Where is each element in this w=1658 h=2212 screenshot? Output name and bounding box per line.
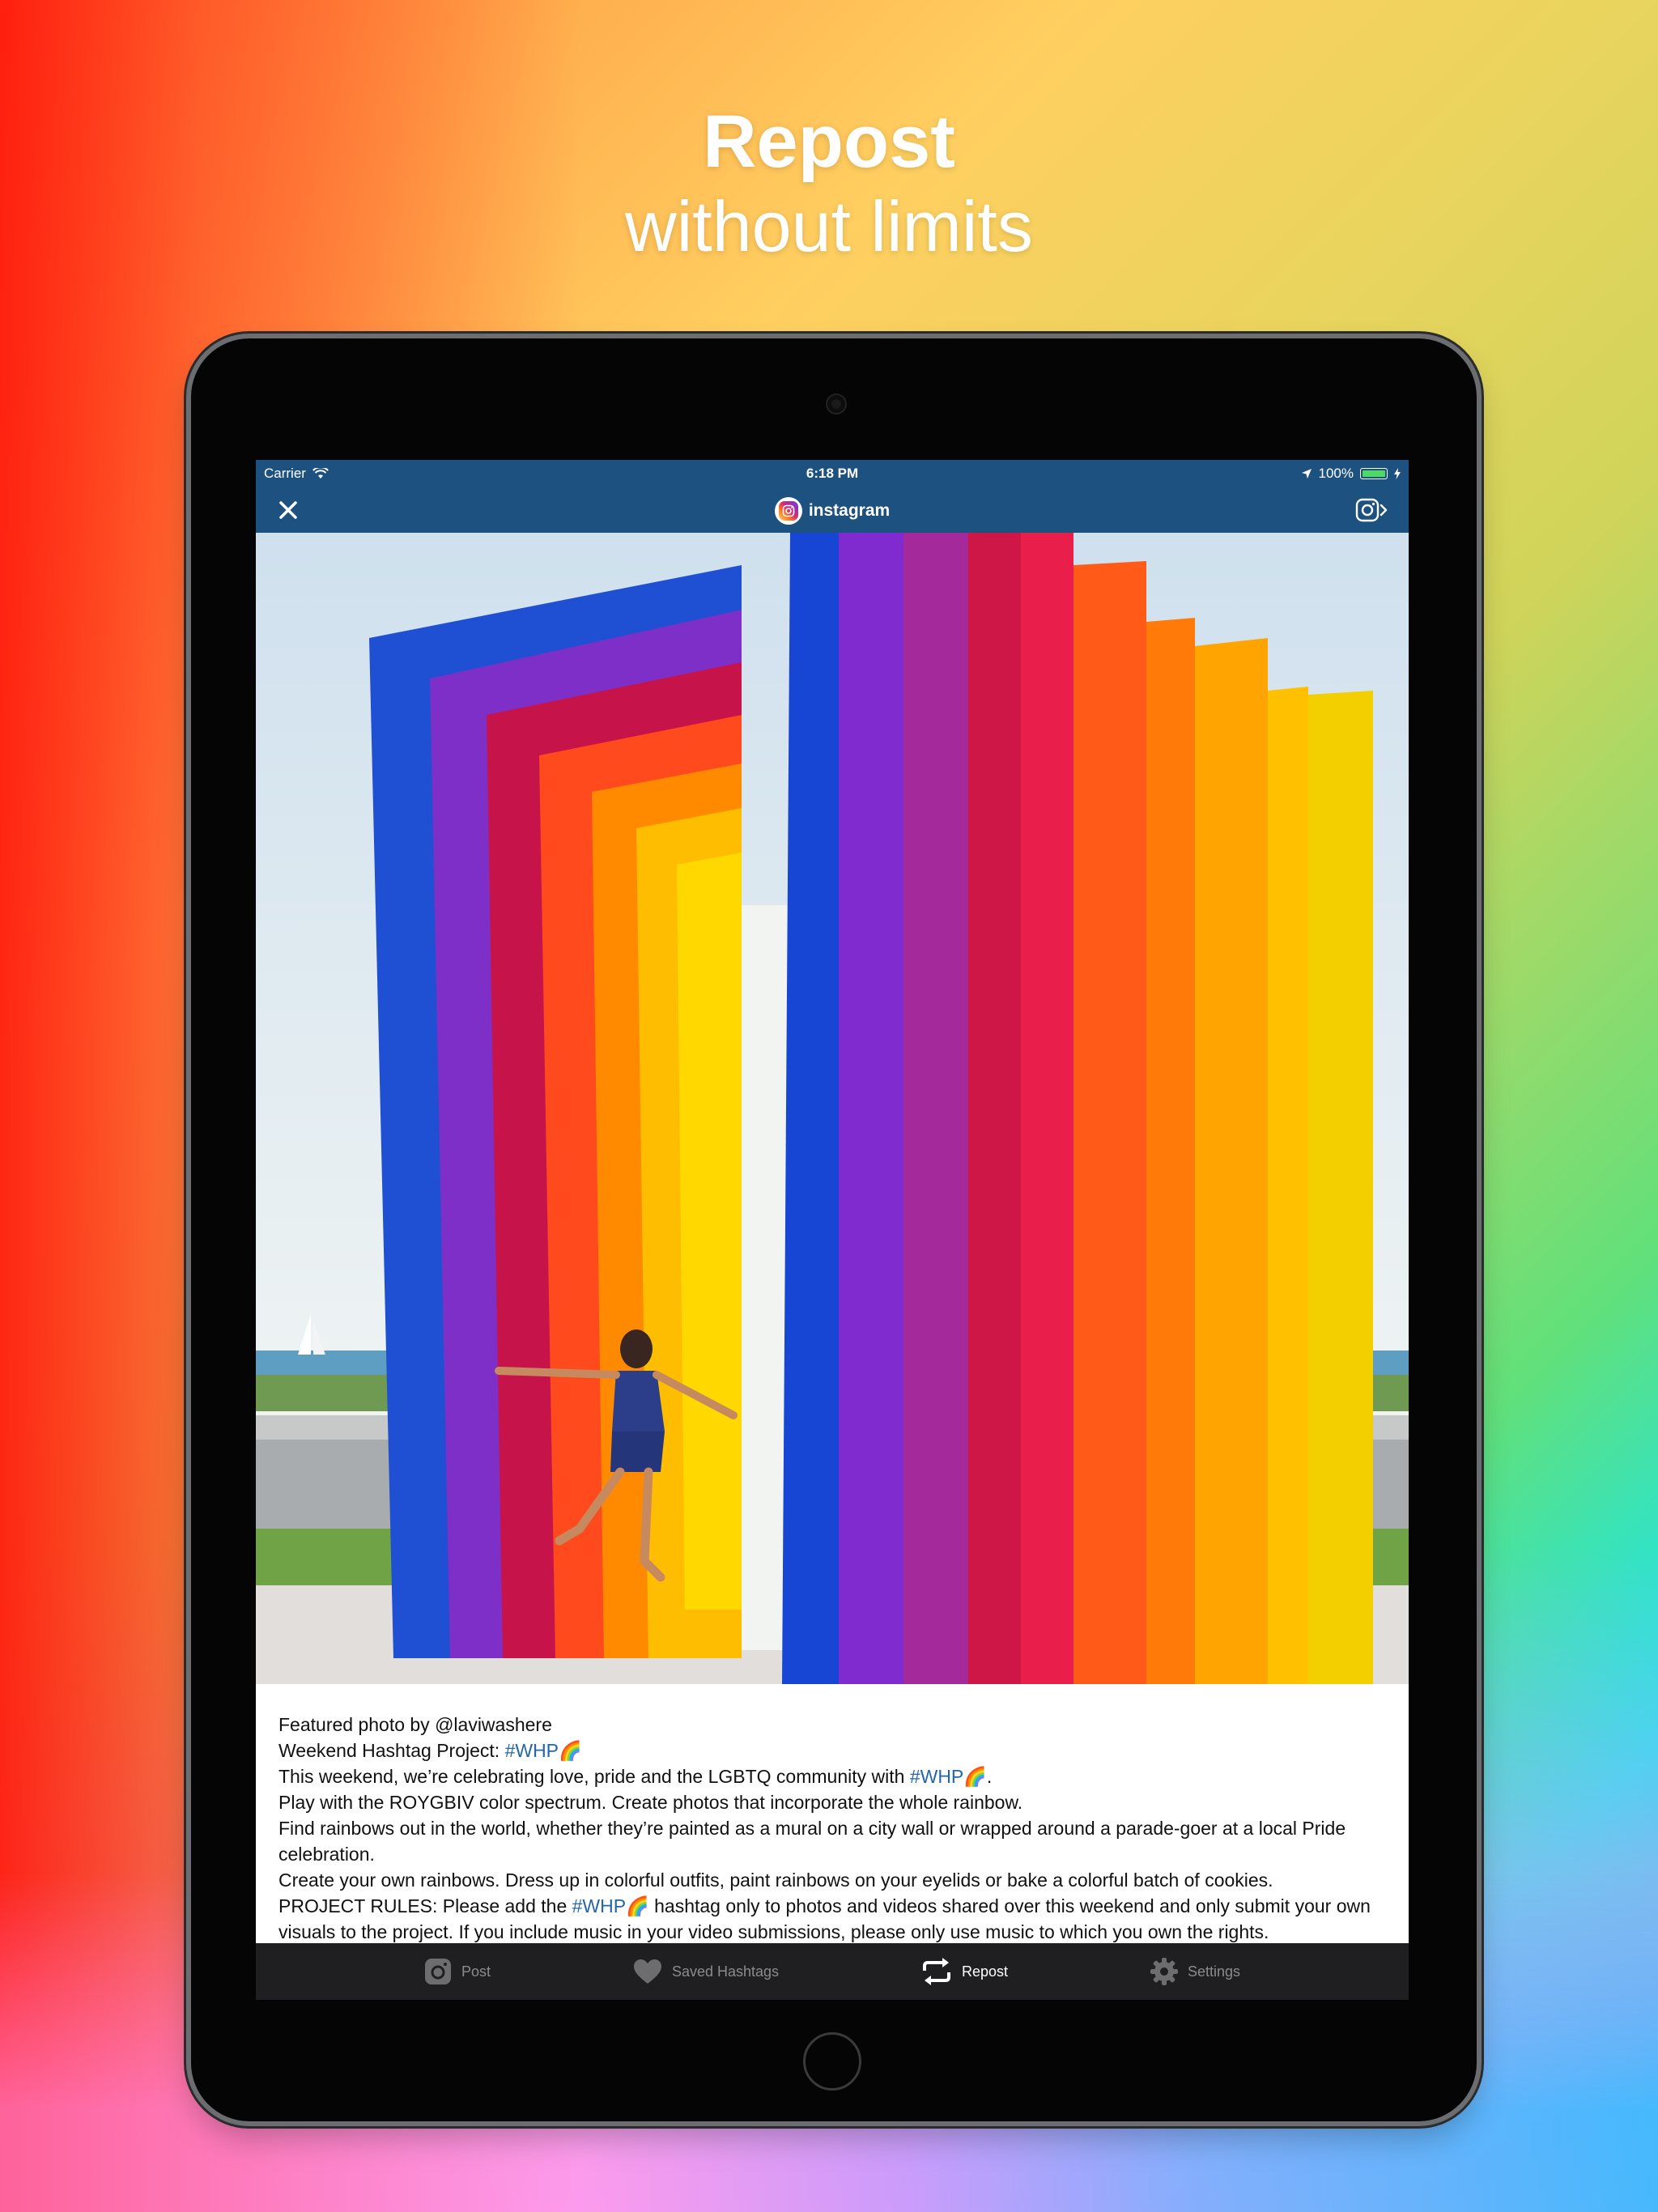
caption-roygbiv-line: Play with the ROYGBIV color spectrum. Cr… — [278, 1792, 1023, 1813]
account-name: instagram — [808, 501, 891, 520]
carrier-label: Carrier — [264, 466, 306, 481]
hashtag-link[interactable]: #WHP🌈 — [910, 1766, 987, 1787]
repost-icon — [922, 1958, 950, 1985]
tab-label: Saved Hashtags — [671, 1963, 780, 1980]
post-caption: Featured photo by @laviwashere Weekend H… — [256, 1684, 1409, 1943]
gear-icon — [1150, 1958, 1178, 1985]
app-screen: Carrier 6:18 PM 100% instagram Featured … — [256, 460, 1409, 2000]
charging-bolt-icon — [1394, 468, 1401, 479]
caption-celebrating-line: This weekend, we’re celebrating love, pr… — [278, 1766, 993, 1787]
tab-repost[interactable]: Repost — [921, 1958, 1008, 1985]
instagram-logo-icon — [778, 501, 798, 521]
front-camera — [827, 395, 845, 413]
tab-label: Repost — [961, 1963, 1009, 1980]
battery-icon — [1360, 468, 1388, 479]
status-bar: Carrier 6:18 PM 100% — [256, 460, 1409, 487]
account-avatar — [774, 497, 802, 525]
heart-icon — [633, 1959, 661, 1984]
caption-credit: Featured photo by @laviwashere — [278, 1714, 552, 1735]
tab-bar: Post Saved Hashtags Repost Settings — [256, 1943, 1409, 2000]
tab-settings[interactable]: Settings — [1150, 1958, 1240, 1985]
ipad-device-frame: Carrier 6:18 PM 100% instagram Featured … — [191, 338, 1477, 2121]
caption-rules-line: PROJECT RULES: Please add the #WHP🌈 hash… — [278, 1895, 1371, 1942]
navigation-bar: instagram — [256, 487, 1409, 533]
tab-label: Post — [461, 1963, 491, 1980]
promo-subtitle: without limits — [625, 186, 1033, 266]
wifi-icon — [312, 468, 329, 479]
tab-saved-hashtags[interactable]: Saved Hashtags — [633, 1959, 779, 1984]
caption-create-line: Create your own rainbows. Dress up in co… — [278, 1870, 1273, 1891]
caption-find-line: Find rainbows out in the world, whether … — [278, 1818, 1346, 1865]
promo-title: Repost — [703, 100, 955, 183]
clock: 6:18 PM — [806, 466, 859, 481]
account-header[interactable]: instagram — [256, 497, 1409, 525]
battery-percent: 100% — [1318, 466, 1354, 481]
home-button[interactable] — [803, 2032, 861, 2091]
promo-headline: Repost without limits — [0, 97, 1658, 267]
post-photo — [256, 533, 1409, 1684]
status-right: 100% — [1301, 466, 1401, 482]
hashtag-link[interactable]: #WHP🌈 — [572, 1895, 649, 1916]
tab-post[interactable]: Post — [424, 1958, 491, 1985]
hashtag-link[interactable]: #WHP🌈 — [505, 1740, 582, 1761]
open-in-instagram-button[interactable] — [1355, 497, 1389, 527]
tab-label: Settings — [1187, 1963, 1240, 1980]
rainbow-arches-image — [256, 533, 1409, 1684]
status-left: Carrier — [264, 466, 329, 482]
caption-project-line: Weekend Hashtag Project: #WHP🌈 — [278, 1740, 582, 1761]
instagram-share-icon — [1355, 498, 1388, 522]
camera-icon — [424, 1959, 451, 1984]
location-arrow-icon — [1301, 469, 1312, 479]
